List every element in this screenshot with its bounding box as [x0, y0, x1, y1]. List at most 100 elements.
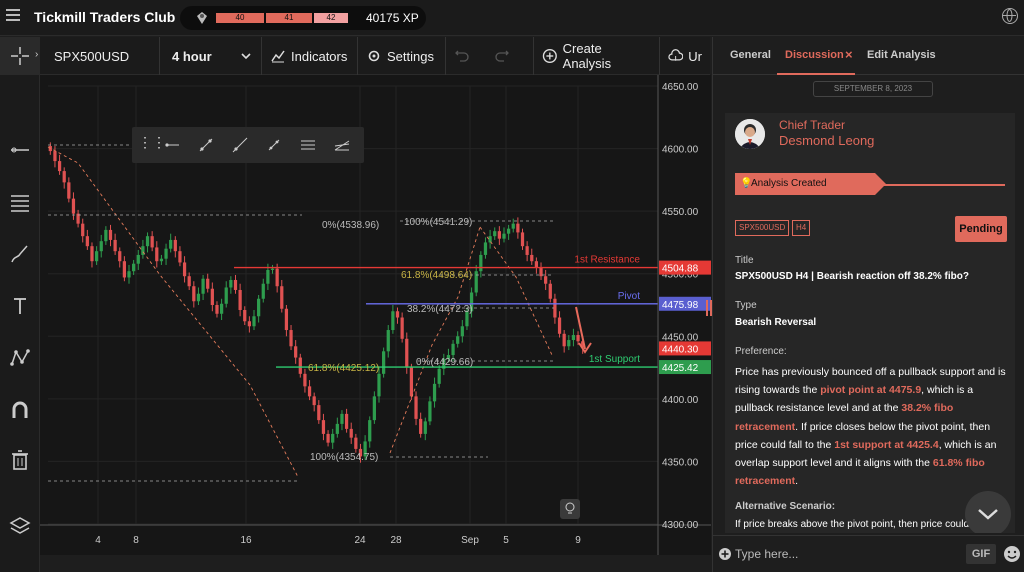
y-tick-label: 4400.00 — [662, 395, 699, 406]
scroll-down-button[interactable] — [965, 491, 1011, 533]
analysis-card: Chief Trader Desmond Leong 💡 Analysis Cr… — [725, 113, 1015, 533]
hamburger-menu-icon[interactable] — [6, 9, 20, 21]
x-tick-label: 9 — [575, 535, 581, 546]
candle-body — [219, 303, 224, 314]
candle-body — [90, 246, 94, 262]
extended-line-icon[interactable] — [264, 135, 284, 155]
segment-icon[interactable] — [196, 135, 216, 155]
candle-body — [474, 271, 478, 293]
candle-body — [368, 420, 372, 442]
brush-icon[interactable] — [0, 235, 40, 273]
candle-body — [280, 286, 284, 309]
candle-body — [534, 261, 539, 268]
candle-body — [53, 151, 57, 162]
candle-body — [224, 287, 228, 304]
level-segment: 42 — [314, 13, 348, 23]
close-tab-icon[interactable]: × — [845, 47, 853, 62]
magnet-icon[interactable] — [0, 391, 40, 429]
horizontal-ray-icon[interactable] — [162, 135, 182, 155]
ray-icon[interactable] — [230, 135, 250, 155]
drawing-toolbar: ⋮⋮ — [132, 127, 364, 163]
gif-button[interactable]: GIF — [966, 544, 996, 564]
type-label: Type — [735, 300, 757, 311]
x-tick-label: 16 — [240, 535, 252, 546]
plus-circle-icon[interactable] — [718, 547, 732, 561]
y-tick-label: 4650.00 — [662, 82, 699, 93]
candle-body — [377, 373, 381, 397]
symbol-label: SPX500USD — [54, 48, 130, 64]
undo-icon — [455, 50, 469, 62]
tab-general[interactable]: General — [730, 49, 771, 61]
author-name[interactable]: Desmond Leong — [779, 133, 874, 148]
candle-body — [127, 271, 131, 278]
x-tick-label: 8 — [133, 535, 139, 546]
candle-body — [312, 396, 316, 406]
x-tick-label: 24 — [354, 535, 366, 546]
crosshair-icon[interactable] — [0, 37, 40, 75]
timeframe-label: 4 hour — [172, 48, 212, 64]
redo-icon — [495, 50, 509, 62]
lightbulb-icon: 💡 — [740, 178, 753, 189]
hint-button[interactable] — [560, 499, 580, 519]
trash-icon[interactable] — [0, 441, 40, 479]
candle-body — [187, 276, 191, 287]
candle-body — [62, 171, 66, 183]
tab-edit-analysis[interactable]: Edit Analysis — [867, 49, 936, 61]
candle-body — [261, 283, 265, 299]
preference-label: Preference: — [735, 346, 787, 357]
candle-body — [233, 279, 238, 290]
parallel-channel-icon[interactable] — [298, 135, 318, 155]
candle-body — [81, 223, 85, 237]
candle-body — [159, 258, 164, 262]
candle-body — [238, 289, 242, 311]
y-tick-label: 4550.00 — [662, 207, 699, 218]
x-tick-label: 4 — [95, 535, 101, 546]
candle-body — [562, 333, 566, 347]
text-icon[interactable] — [0, 287, 40, 325]
timeframe-selector[interactable]: 4 hour — [160, 37, 262, 75]
candle-body — [206, 278, 210, 289]
undo-button[interactable] — [446, 37, 486, 75]
indicators-button[interactable]: Indicators — [262, 37, 358, 75]
tab-discussion[interactable]: Discussion — [785, 49, 844, 61]
expand-arrow-icon[interactable]: › — [35, 49, 38, 60]
indicators-icon — [271, 50, 285, 63]
create-analysis-button[interactable]: Create Analysis — [534, 37, 660, 75]
candle-body — [243, 310, 247, 322]
candle-body — [520, 232, 525, 247]
globe-icon[interactable] — [1002, 8, 1018, 24]
candle-body — [511, 223, 515, 229]
candle-body — [557, 317, 562, 334]
candle-body — [354, 437, 358, 449]
date-separator: SEPTEMBER 8, 2023 — [813, 81, 933, 97]
settings-label: Settings — [387, 48, 434, 64]
candle-body — [145, 236, 150, 247]
pattern-icon[interactable] — [0, 339, 40, 377]
candle-body — [284, 308, 289, 331]
xp-progress-bar: 40 41 42 40175 XP — [180, 6, 426, 30]
candle-body — [164, 248, 168, 259]
layers-icon[interactable] — [0, 507, 40, 545]
candle-body — [414, 396, 418, 419]
redo-button[interactable] — [486, 37, 534, 75]
candle-body — [99, 241, 103, 252]
settings-button[interactable]: Settings — [358, 37, 446, 75]
price-chart[interactable]: 1st Resistance Pivot 1st Support 0%(4538.9… — [40, 75, 711, 555]
emoji-icon[interactable] — [1003, 545, 1021, 563]
upload-button[interactable]: Ur — [660, 37, 710, 75]
level-segment: 40 — [216, 13, 264, 23]
candle-body — [192, 286, 196, 302]
status-banner: 💡 Analysis Created — [735, 173, 886, 195]
candle-body — [488, 236, 492, 243]
symbol-selector[interactable]: SPX500USD — [40, 37, 160, 75]
chevron-down-icon — [978, 509, 998, 520]
fibonacci-icon[interactable] — [0, 183, 40, 221]
comment-input[interactable] — [735, 544, 955, 564]
candle-body — [525, 246, 529, 255]
candle-body — [317, 405, 321, 421]
trendline-icon[interactable] — [0, 131, 40, 169]
fib-channel-icon[interactable] — [332, 135, 352, 155]
y-tick-label: 4350.00 — [662, 457, 699, 468]
comment-bar: GIF — [713, 535, 1024, 572]
candle-body — [270, 268, 275, 270]
